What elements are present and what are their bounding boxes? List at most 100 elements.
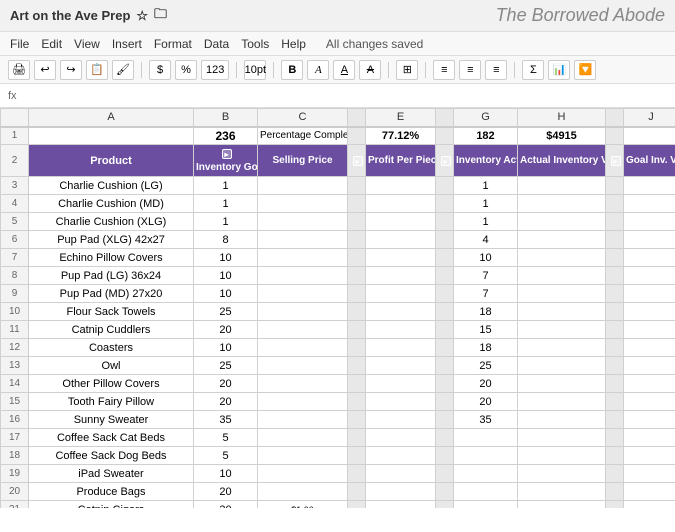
spreadsheet-table: A B C E G H J 1 236 Percentage Complete:… — [0, 108, 675, 508]
row-16: 16 Sunny Sweater 35 35 — [1, 411, 675, 429]
strikethrough-button[interactable]: A — [359, 60, 381, 80]
format-paint-button[interactable]: 🖌 — [112, 60, 134, 80]
print-button[interactable]: 🖨 — [8, 60, 30, 80]
cell-e1[interactable]: 77.12% — [366, 127, 436, 145]
toolbar-sep-5 — [425, 62, 426, 78]
folder-icon[interactable]: 🗀 — [154, 5, 167, 27]
row-5: 5 Charlie Cushion (XLG) 1 1 — [1, 213, 675, 231]
menu-help[interactable]: Help — [281, 37, 306, 51]
align-center-button[interactable]: ≡ — [459, 60, 481, 80]
toolbar-sep-2 — [236, 62, 237, 78]
cell-b1[interactable]: 236 — [194, 127, 258, 145]
cell-j1[interactable] — [624, 127, 675, 145]
menu-edit[interactable]: Edit — [41, 37, 62, 51]
italic-button[interactable]: A — [307, 60, 329, 80]
row-9: 9 Pup Pad (MD) 27x20 10 7 — [1, 285, 675, 303]
cell-f1[interactable] — [436, 127, 454, 145]
col-header-a[interactable]: A — [29, 109, 194, 127]
menu-tools[interactable]: Tools — [241, 37, 269, 51]
cell-a1[interactable] — [29, 127, 194, 145]
row-15: 15 Tooth Fairy Pillow 20 20 — [1, 393, 675, 411]
sum-button[interactable]: Σ — [522, 60, 544, 80]
cell-c1[interactable]: Percentage Complete: — [258, 127, 348, 145]
row-13: 13 Owl 25 25 — [1, 357, 675, 375]
row-17: 17 Coffee Sack Cat Beds 5 — [1, 429, 675, 447]
cell-a2-product[interactable]: Product — [29, 145, 194, 177]
branding: The Borrowed Abode — [496, 5, 665, 26]
col-header-c[interactable]: C — [258, 109, 348, 127]
menu-format[interactable]: Format — [154, 37, 192, 51]
row-3: 3 Charlie Cushion (LG) 1 1 — [1, 177, 675, 195]
chart-button[interactable]: 📊 — [548, 60, 570, 80]
rownum-1: 1 — [1, 127, 29, 145]
row-18: 18 Coffee Sack Dog Beds 5 — [1, 447, 675, 465]
font-size-display[interactable]: 10pt — [244, 60, 266, 80]
sheet-area[interactable]: A B C E G H J 1 236 Percentage Complete:… — [0, 108, 675, 508]
toolbar: 🖨 ↩ ↪ 📋 🖌 $ % 123 10pt B A A A ⊞ ≡ ≡ ≡ Σ… — [0, 56, 675, 84]
cell-h1[interactable]: $4915 — [518, 127, 606, 145]
row-2-header: 2 Product ▸ Inventory Goal Selling Price… — [1, 145, 675, 177]
title-bar: Art on the Ave Prep ☆ 🗀 The Borrowed Abo… — [0, 0, 675, 32]
col-header-h[interactable]: H — [518, 109, 606, 127]
cell-f2[interactable]: ▸ — [436, 145, 454, 177]
col-header-d[interactable] — [348, 109, 366, 127]
toolbar-sep-6 — [514, 62, 515, 78]
cell-g1[interactable]: 182 — [454, 127, 518, 145]
cell-i2[interactable]: ▸ — [606, 145, 624, 177]
formula-input[interactable] — [23, 89, 667, 103]
bold-button[interactable]: B — [281, 60, 303, 80]
cell-h2-actual-val[interactable]: Actual Inventory Value $ — [518, 145, 606, 177]
row-1: 1 236 Percentage Complete: 77.12% 182 $4… — [1, 127, 675, 145]
star-icon[interactable]: ☆ — [136, 8, 148, 24]
expand-f[interactable]: ▸ — [441, 156, 451, 166]
cell-g2-inv-actual[interactable]: Inventory Actual — [454, 145, 518, 177]
col-header-row: A B C E G H J — [1, 109, 675, 127]
cell-c2-selling[interactable]: Selling Price — [258, 145, 348, 177]
col-header-f[interactable] — [436, 109, 454, 127]
align-right-button[interactable]: ≡ — [485, 60, 507, 80]
menu-data[interactable]: Data — [204, 37, 229, 51]
expand-b[interactable]: ▸ — [222, 149, 232, 159]
corner-cell — [1, 109, 29, 127]
redo-button[interactable]: ↪ — [60, 60, 82, 80]
toolbar-sep-4 — [388, 62, 389, 78]
row-21: 21 Catnip Cigars 30 $1.00 — [1, 501, 675, 509]
cell-d2[interactable]: ▸ — [348, 145, 366, 177]
zoom-display[interactable]: 123 — [201, 60, 229, 80]
col-header-i[interactable] — [606, 109, 624, 127]
row-20: 20 Produce Bags 20 — [1, 483, 675, 501]
underline-button[interactable]: A — [333, 60, 355, 80]
row-19: 19 iPad Sweater 10 — [1, 465, 675, 483]
formula-bar: fx — [0, 84, 675, 108]
cell-d1[interactable] — [348, 127, 366, 145]
toolbar-sep-1 — [141, 62, 142, 78]
expand-d[interactable]: ▸ — [353, 156, 363, 166]
col-header-g[interactable]: G — [454, 109, 518, 127]
menu-view[interactable]: View — [74, 37, 100, 51]
row-10: 10 Flour Sack Towels 25 18 — [1, 303, 675, 321]
percent-button[interactable]: % — [175, 60, 197, 80]
cell-e2-profit[interactable]: Profit Per Piece — [366, 145, 436, 177]
filter-button[interactable]: 🔽 — [574, 60, 596, 80]
cell-j2-goal-inv[interactable]: Goal Inv. Value — [624, 145, 675, 177]
col-header-b[interactable]: B — [194, 109, 258, 127]
currency-button[interactable]: $ — [149, 60, 171, 80]
col-header-j[interactable]: J — [624, 109, 675, 127]
cell-i1[interactable] — [606, 127, 624, 145]
row-14: 14 Other Pillow Covers 20 20 — [1, 375, 675, 393]
app-title: Art on the Ave Prep — [10, 8, 130, 23]
cell-reference: fx — [8, 90, 17, 102]
menu-file[interactable]: File — [10, 37, 29, 51]
undo-button[interactable]: ↩ — [34, 60, 56, 80]
row-4: 4 Charlie Cushion (MD) 1 1 — [1, 195, 675, 213]
clipboard-button[interactable]: 📋 — [86, 60, 108, 80]
borders-button[interactable]: ⊞ — [396, 60, 418, 80]
align-left-button[interactable]: ≡ — [433, 60, 455, 80]
expand-i[interactable]: ▸ — [611, 156, 621, 166]
menu-bar: File Edit View Insert Format Data Tools … — [0, 32, 675, 56]
cell-b2-inv-goal[interactable]: ▸ Inventory Goal — [194, 145, 258, 177]
col-header-e[interactable]: E — [366, 109, 436, 127]
saved-status: All changes saved — [326, 37, 423, 51]
rownum-2: 2 — [1, 145, 29, 177]
menu-insert[interactable]: Insert — [112, 37, 142, 51]
